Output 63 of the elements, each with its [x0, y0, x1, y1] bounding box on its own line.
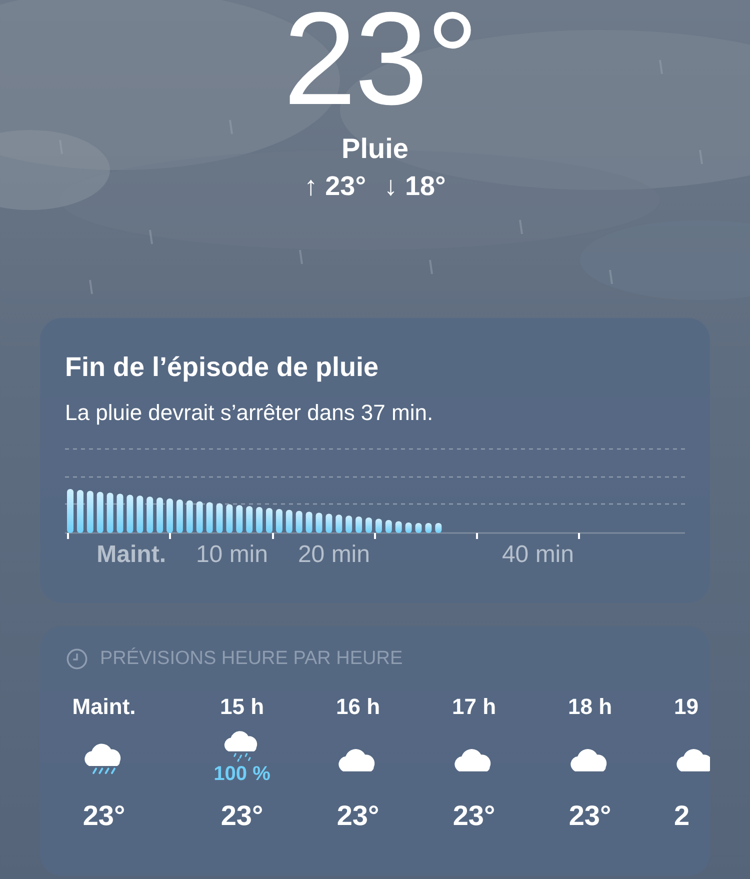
- precipitation-bar: [236, 505, 243, 533]
- precipitation-bar: [146, 496, 154, 533]
- card-message: La pluie devrait s’arrêter dans 37 min.: [65, 400, 434, 426]
- axis-label: 10 min: [196, 541, 269, 569]
- precipitation-bar: [166, 498, 173, 533]
- precipitation-bar: [136, 496, 144, 533]
- high-temperature: ↑ 23°: [304, 171, 366, 202]
- hour-temperature: 23°: [220, 800, 264, 832]
- precipitation-bar: [415, 523, 422, 533]
- hour-temperature: 23°: [568, 800, 612, 832]
- precipitation-bar: [196, 501, 203, 533]
- low-temperature: ↓ 18°: [384, 171, 446, 202]
- condition-label: Pluie: [342, 133, 408, 165]
- precipitation-bar: [246, 506, 253, 533]
- precipitation-bar: [116, 494, 124, 533]
- precipitation-bar: [216, 503, 223, 533]
- precipitation-bar: [266, 508, 272, 533]
- hour-label: 19: [674, 694, 698, 720]
- precipitation-bar: [176, 499, 183, 533]
- precipitation-bar: [346, 516, 352, 533]
- hour-temperature: 23°: [452, 800, 496, 832]
- precipitation-bar: [76, 490, 84, 533]
- precipitation-bar: [306, 512, 312, 533]
- precipitation-bar: [336, 514, 342, 533]
- hour-temperature: 2: [674, 800, 690, 832]
- hour-label: 17 h: [452, 694, 496, 720]
- hour-temperature: 23°: [82, 800, 126, 832]
- hour-label: 16 h: [336, 694, 380, 720]
- precipitation-bar: [405, 522, 412, 533]
- temperature: 23°: [283, 0, 477, 125]
- precipitation-bar: [226, 504, 233, 533]
- precipitation-chance: 100 %: [214, 762, 270, 786]
- hour-label: 18 h: [568, 694, 612, 720]
- precipitation-bar: [366, 518, 372, 533]
- clock-icon: [66, 648, 88, 670]
- precipitation-bar: [356, 516, 362, 533]
- precipitation-bar: [375, 518, 382, 533]
- precipitation-bar: [326, 514, 332, 533]
- precipitation-bar: [435, 523, 442, 533]
- precipitation-bar: [156, 498, 164, 533]
- axis-label: 40 min: [502, 541, 575, 569]
- card-title: Fin de l’épisode de pluie: [65, 352, 380, 383]
- axis-label: Maint.: [96, 541, 167, 569]
- precipitation-bar: [286, 510, 292, 533]
- precipitation-bar: [256, 507, 263, 533]
- precipitation-bar: [276, 508, 282, 533]
- precipitation-bar: [206, 502, 213, 533]
- hour-temperature: 23°: [336, 800, 380, 832]
- precipitation-bar: [96, 492, 104, 533]
- precipitation-bar: [425, 523, 432, 533]
- precipitation-bar: [296, 510, 302, 533]
- hour-label: 15 h: [220, 694, 264, 720]
- axis-label: 20 min: [298, 541, 371, 569]
- section-header: PRÉVISIONS HEURE PAR HEURE: [100, 648, 403, 670]
- precipitation-bar: [395, 521, 402, 533]
- precipitation-bar: [86, 490, 94, 533]
- precipitation-bar: [126, 494, 134, 533]
- precipitation-bar: [106, 492, 114, 533]
- precipitation-bar: [67, 489, 74, 533]
- precipitation-bar: [385, 520, 392, 533]
- precipitation-bar: [186, 500, 193, 533]
- precipitation-bar: [316, 512, 322, 533]
- hour-label: Maint.: [72, 694, 136, 720]
